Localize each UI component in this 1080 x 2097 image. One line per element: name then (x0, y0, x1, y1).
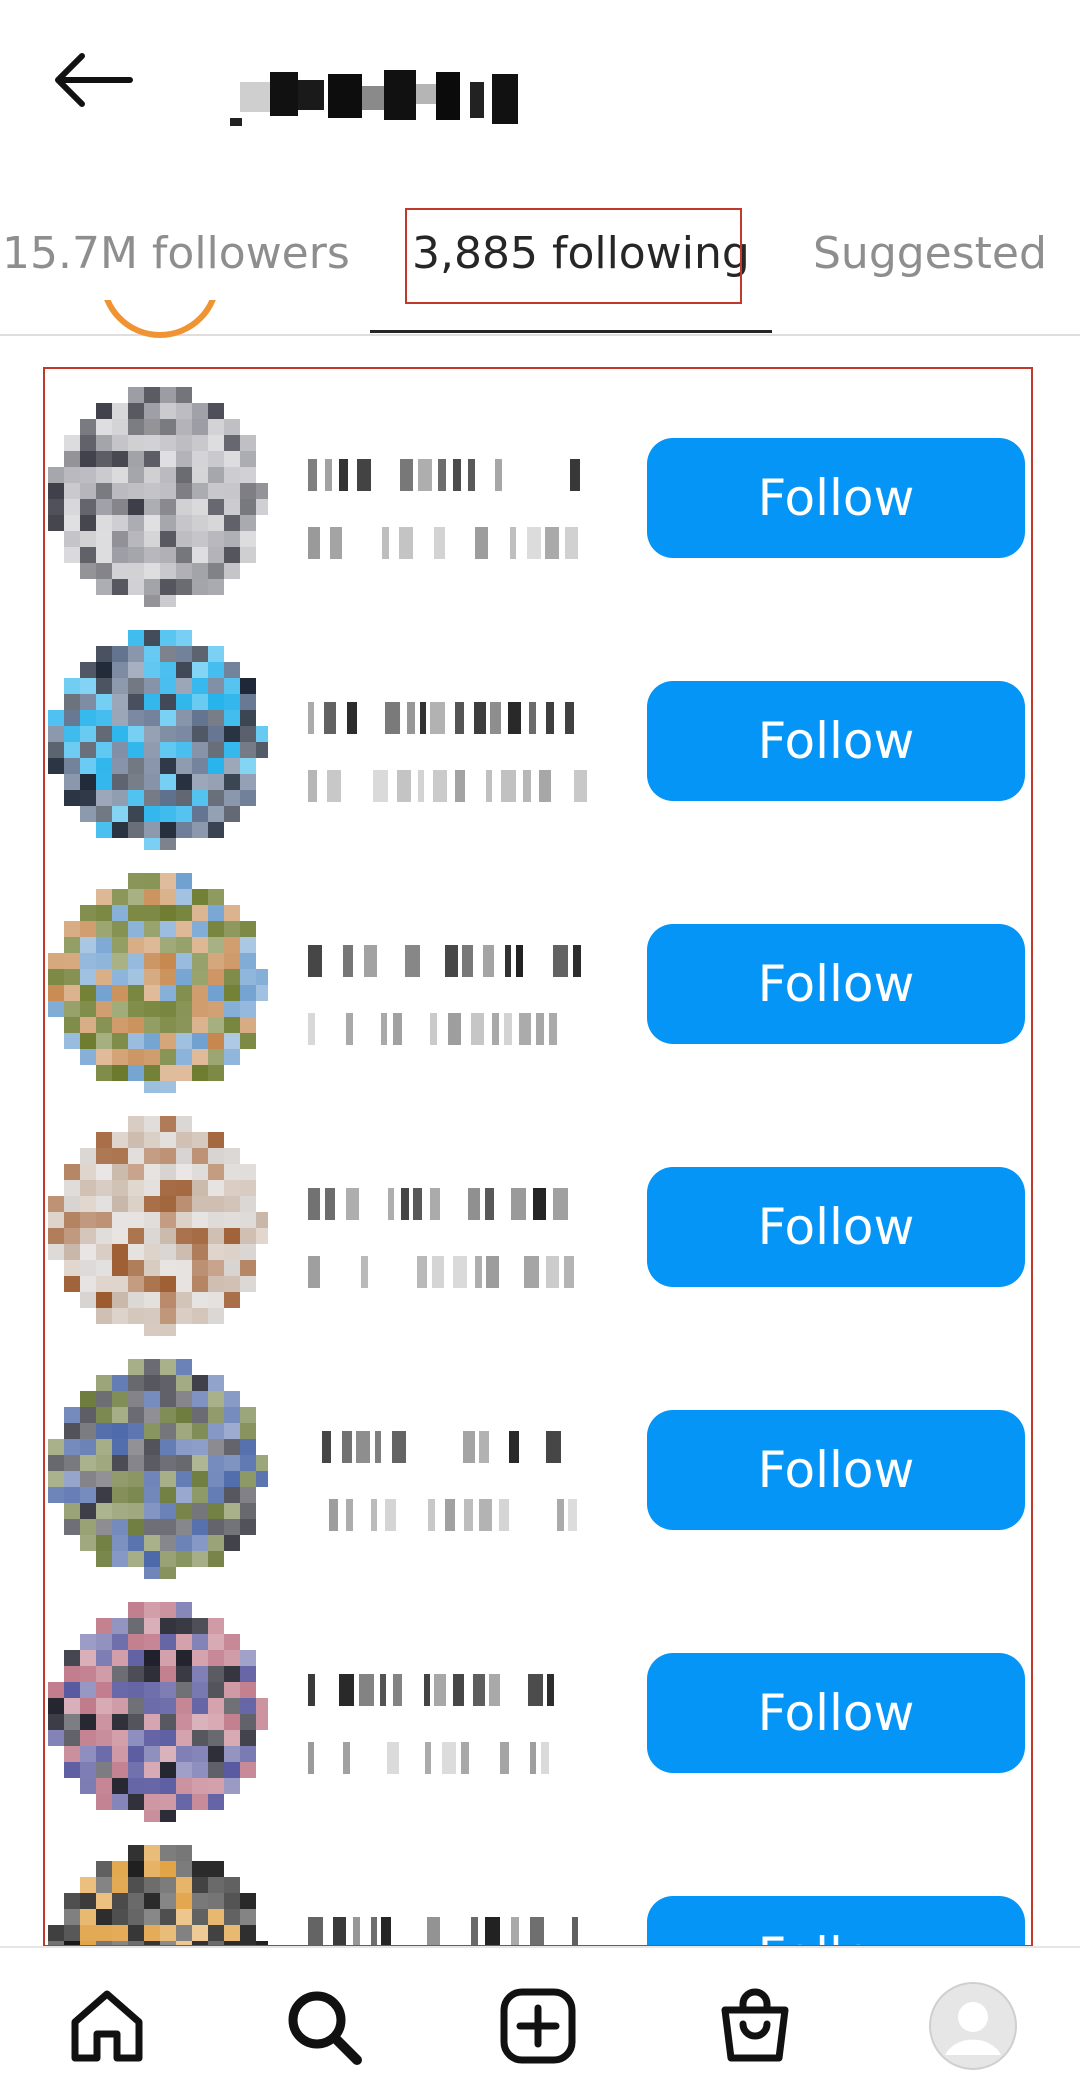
list-item[interactable]: Follow (0, 1106, 1080, 1349)
username-pixelated[interactable] (308, 1913, 588, 1946)
add-post-icon (500, 1988, 576, 2064)
active-tab-indicator (370, 330, 772, 333)
tab-suggested[interactable]: Suggested (813, 228, 1047, 279)
list-item[interactable]: Follow (0, 620, 1080, 863)
nav-home[interactable] (57, 1976, 157, 2076)
list-item[interactable]: Follow (0, 1592, 1080, 1835)
fullname-pixelated (308, 766, 588, 806)
tab-followers[interactable]: 15.7M followers (2, 228, 350, 279)
follow-button[interactable]: Follow (647, 1896, 1025, 1946)
follow-button[interactable]: Follow (647, 681, 1025, 801)
list-item[interactable]: Follow (0, 1349, 1080, 1592)
follow-button[interactable]: Follow (647, 1653, 1025, 1773)
fullname-pixelated (308, 1495, 588, 1535)
follow-button[interactable]: Follow (647, 924, 1025, 1044)
nav-add[interactable] (488, 1976, 588, 2076)
following-tab-highlight (405, 208, 742, 304)
back-button[interactable] (48, 50, 138, 110)
fullname-pixelated (308, 523, 588, 563)
avatar[interactable] (48, 1602, 272, 1826)
username-pixelated[interactable] (308, 1427, 588, 1467)
username-pixelated[interactable] (308, 1184, 588, 1224)
profile-username-pixelated (230, 62, 590, 132)
list-item[interactable]: Follow (0, 1835, 1080, 1946)
nav-profile[interactable] (923, 1976, 1023, 2076)
follow-button[interactable]: Follow (647, 438, 1025, 558)
nav-search[interactable] (273, 1976, 373, 2076)
fullname-pixelated (308, 1009, 588, 1049)
list-item[interactable]: Follow (0, 863, 1080, 1106)
search-icon (288, 1991, 362, 2065)
username-pixelated[interactable] (308, 698, 588, 738)
nav-shop[interactable] (705, 1976, 805, 2076)
avatar[interactable] (48, 1845, 272, 1946)
avatar[interactable] (48, 630, 272, 854)
username-pixelated[interactable] (308, 941, 588, 981)
home-icon (71, 1990, 143, 2062)
app-header (0, 0, 1080, 190)
list-item[interactable]: Follow (0, 377, 1080, 620)
profile-avatar-icon (929, 1982, 1017, 2070)
fullname-pixelated (308, 1252, 588, 1292)
bottom-nav (0, 1946, 1080, 2097)
avatar[interactable] (48, 1116, 272, 1340)
follow-button[interactable]: Follow (647, 1167, 1025, 1287)
arrow-left-icon (55, 53, 133, 107)
avatar[interactable] (48, 387, 272, 611)
follow-button[interactable]: Follow (647, 1410, 1025, 1530)
username-pixelated[interactable] (308, 1670, 588, 1710)
fullname-pixelated (308, 1738, 588, 1778)
following-list[interactable]: Follow Follow Follow Follow Follow Follo… (0, 334, 1080, 1946)
shop-icon (721, 1988, 789, 2062)
username-pixelated[interactable] (308, 455, 588, 495)
avatar[interactable] (48, 1359, 272, 1583)
avatar[interactable] (48, 873, 272, 1097)
